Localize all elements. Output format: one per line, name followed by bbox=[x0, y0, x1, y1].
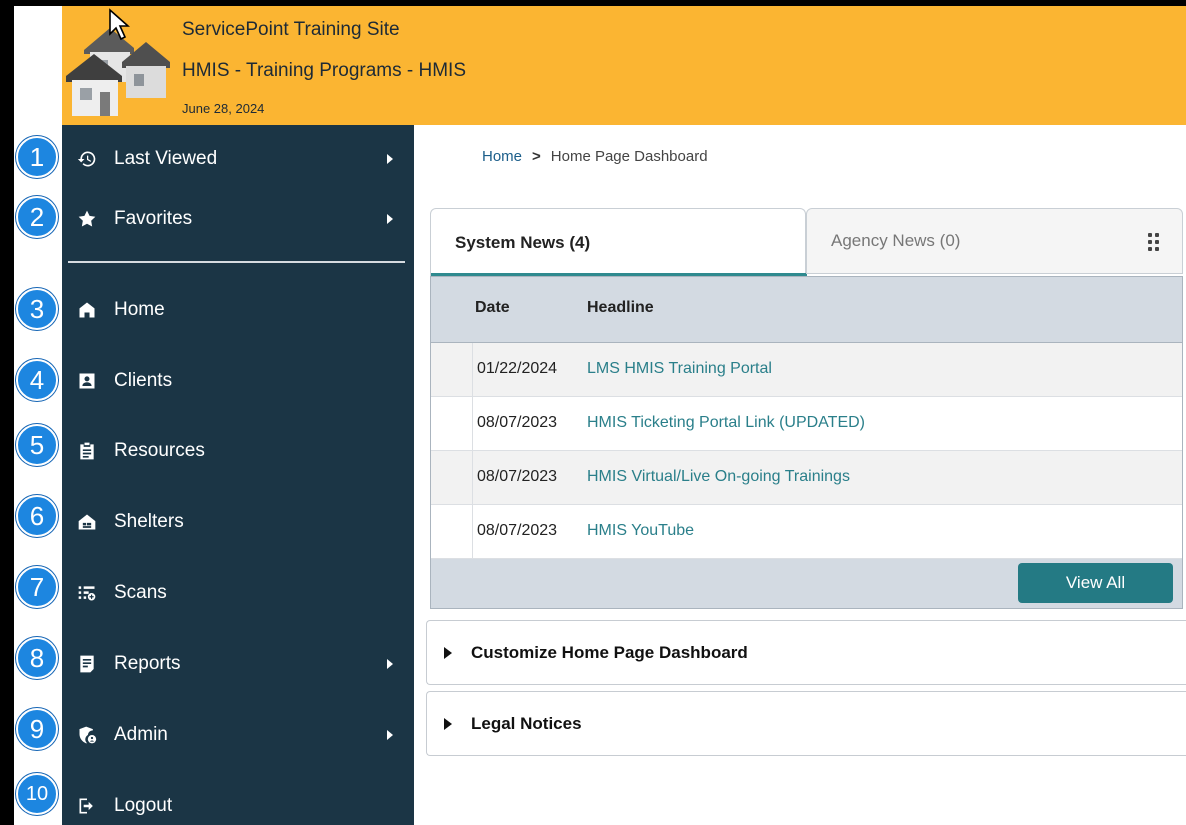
home-icon bbox=[76, 299, 98, 321]
caret-right-icon bbox=[387, 659, 393, 669]
step-badge: 10 bbox=[16, 773, 58, 815]
provider-name[interactable]: HMIS - Training Programs - HMIS bbox=[182, 60, 466, 82]
table-row: 01/22/2024 LMS HMIS Training Portal bbox=[431, 343, 1182, 397]
table-row: 08/07/2023 HMIS YouTube bbox=[431, 505, 1182, 559]
sidebar-item-favorites[interactable]: Favorites bbox=[62, 197, 414, 241]
row-headline-link[interactable]: LMS HMIS Training Portal bbox=[587, 360, 772, 378]
clipboard-icon bbox=[76, 440, 98, 462]
main-content: Home > Home Page Dashboard System News (… bbox=[414, 125, 1186, 825]
breadcrumb-current: Home Page Dashboard bbox=[550, 148, 708, 165]
news-table: Date Headline 01/22/2024 LMS HMIS Traini… bbox=[430, 276, 1183, 609]
caret-right-icon bbox=[387, 154, 393, 164]
sidebar-item-clients[interactable]: Clients bbox=[62, 359, 414, 403]
drag-grip-icon[interactable] bbox=[1148, 233, 1160, 251]
left-frame-edge bbox=[0, 0, 14, 825]
sidebar-divider bbox=[68, 261, 405, 263]
sidebar-item-label: Reports bbox=[114, 653, 181, 674]
row-date: 08/07/2023 bbox=[477, 468, 558, 485]
step-badge: 4 bbox=[16, 359, 58, 401]
site-name: ServicePoint Training Site bbox=[182, 19, 400, 40]
logout-icon bbox=[76, 795, 98, 817]
step-badge: 8 bbox=[16, 637, 58, 679]
sidebar-item-resources[interactable]: Resources bbox=[62, 429, 414, 473]
scan-list-icon bbox=[76, 582, 98, 604]
table-footer: View All bbox=[431, 559, 1182, 608]
row-headline-link[interactable]: HMIS Virtual/Live On-going Trainings bbox=[587, 468, 850, 486]
caret-right-icon bbox=[387, 214, 393, 224]
sidebar-item-scans[interactable]: Scans bbox=[62, 571, 414, 615]
sidebar-item-admin[interactable]: Admin bbox=[62, 713, 414, 757]
table-row: 08/07/2023 HMIS Ticketing Portal Link (U… bbox=[431, 397, 1182, 451]
view-all-button[interactable]: View All bbox=[1018, 563, 1173, 603]
row-headline-link[interactable]: HMIS YouTube bbox=[587, 522, 694, 540]
client-card-icon bbox=[76, 370, 98, 392]
sidebar-nav: Last Viewed Favorites Home Clients Resou… bbox=[62, 125, 414, 825]
tab-label: System News (4) bbox=[455, 232, 591, 252]
step-badge: 2 bbox=[16, 196, 58, 238]
app-header: ServicePoint Training Site HMIS - Traini… bbox=[62, 6, 1186, 125]
current-date: June 28, 2024 bbox=[182, 101, 265, 116]
section-title: Customize Home Page Dashboard bbox=[471, 642, 748, 662]
history-icon bbox=[76, 148, 98, 170]
column-header-date[interactable]: Date bbox=[475, 299, 510, 317]
mouse-pointer-icon bbox=[108, 8, 131, 42]
sidebar-item-home[interactable]: Home bbox=[62, 288, 414, 332]
row-gutter bbox=[431, 397, 473, 450]
news-panel: System News (4) Agency News (0) Date Hea… bbox=[430, 208, 1183, 609]
row-headline-link[interactable]: HMIS Ticketing Portal Link (UPDATED) bbox=[587, 414, 865, 432]
step-badge: 3 bbox=[16, 288, 58, 330]
sidebar-item-label: Favorites bbox=[114, 208, 193, 229]
sidebar-item-label: Shelters bbox=[114, 511, 184, 532]
step-badge: 6 bbox=[16, 495, 58, 537]
admin-shield-icon bbox=[76, 724, 98, 746]
section-title: Legal Notices bbox=[471, 713, 582, 733]
sidebar-item-label: Resources bbox=[114, 440, 205, 461]
step-badge: 1 bbox=[16, 136, 58, 178]
customize-dashboard-section[interactable]: Customize Home Page Dashboard bbox=[426, 620, 1186, 685]
row-gutter bbox=[431, 343, 473, 396]
sidebar-item-label: Admin bbox=[114, 724, 168, 745]
sidebar-item-logout[interactable]: Logout bbox=[62, 784, 414, 825]
legal-notices-section[interactable]: Legal Notices bbox=[426, 691, 1186, 756]
badge-gutter bbox=[14, 6, 62, 825]
sidebar-item-label: Home bbox=[114, 299, 165, 320]
shelter-icon bbox=[76, 511, 98, 533]
step-badge: 7 bbox=[16, 566, 58, 608]
tab-label: Agency News (0) bbox=[831, 231, 961, 250]
step-badge: 9 bbox=[16, 708, 58, 750]
sidebar-item-reports[interactable]: Reports bbox=[62, 642, 414, 686]
row-gutter bbox=[431, 451, 473, 504]
expand-triangle-icon bbox=[444, 646, 452, 659]
expand-triangle-icon bbox=[444, 717, 452, 730]
sidebar-item-last-viewed[interactable]: Last Viewed bbox=[62, 137, 414, 181]
sidebar-item-label: Last Viewed bbox=[114, 148, 218, 169]
breadcrumb: Home > Home Page Dashboard bbox=[482, 148, 708, 165]
row-date: 08/07/2023 bbox=[477, 414, 558, 431]
breadcrumb-separator: > bbox=[532, 148, 541, 165]
row-date: 01/22/2024 bbox=[477, 360, 558, 377]
sidebar-item-label: Scans bbox=[114, 582, 167, 603]
sidebar-item-label: Logout bbox=[114, 795, 173, 816]
column-header-headline[interactable]: Headline bbox=[587, 299, 654, 317]
caret-right-icon bbox=[387, 730, 393, 740]
row-gutter bbox=[431, 505, 473, 558]
step-badge: 5 bbox=[16, 424, 58, 466]
breadcrumb-home-link[interactable]: Home bbox=[482, 148, 522, 165]
tab-system-news[interactable]: System News (4) bbox=[430, 208, 807, 276]
row-date: 08/07/2023 bbox=[477, 522, 558, 539]
sidebar-item-label: Clients bbox=[114, 370, 173, 391]
star-icon bbox=[76, 208, 98, 230]
table-row: 08/07/2023 HMIS Virtual/Live On-going Tr… bbox=[431, 451, 1182, 505]
report-icon bbox=[76, 653, 98, 675]
tab-agency-news[interactable]: Agency News (0) bbox=[806, 208, 1183, 274]
table-header: Date Headline bbox=[431, 277, 1182, 343]
sidebar-item-shelters[interactable]: Shelters bbox=[62, 500, 414, 544]
